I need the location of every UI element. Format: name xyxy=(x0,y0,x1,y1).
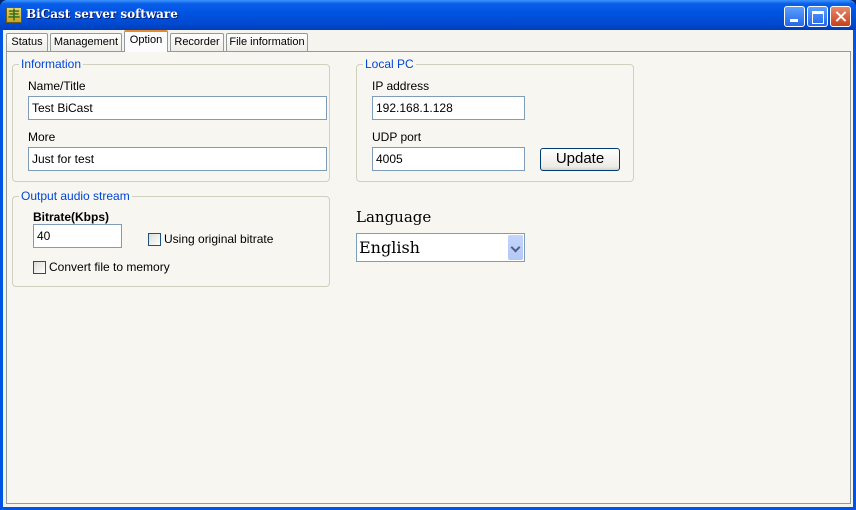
app-logo-icon: 丰 xyxy=(6,7,22,23)
window-title: BiCast server software xyxy=(26,7,178,21)
title-bar[interactable]: 丰 BiCast server software xyxy=(0,0,856,30)
maximize-icon[interactable] xyxy=(807,6,828,27)
more-label: More xyxy=(28,130,56,144)
tab-recorder[interactable]: Recorder xyxy=(170,33,224,52)
bitrate-label: Bitrate(Kbps) xyxy=(33,210,110,224)
output-audio-group: Output audio stream Bitrate(Kbps) 40 Usi… xyxy=(12,189,330,287)
more-input[interactable]: Just for test xyxy=(28,147,327,171)
chevron-down-icon[interactable] xyxy=(508,235,523,260)
tab-option[interactable]: Option xyxy=(124,30,168,52)
app-window: 丰 BiCast server software Status Manageme… xyxy=(0,0,856,510)
language-select[interactable]: English xyxy=(356,233,525,262)
local-pc-legend: Local PC xyxy=(363,57,416,71)
tab-file-information[interactable]: File information xyxy=(226,33,308,52)
using-original-bitrate-checkbox[interactable] xyxy=(148,233,161,246)
name-title-label: Name/Title xyxy=(28,79,86,93)
update-button[interactable]: Update xyxy=(540,148,620,171)
udp-port-label: UDP port xyxy=(372,130,422,144)
ip-address-input[interactable]: 192.168.1.128 xyxy=(372,96,525,120)
language-selected-value: English xyxy=(359,238,420,257)
local-pc-group: Local PC IP address 192.168.1.128 UDP po… xyxy=(356,57,634,182)
client-area: Status Management Option Recorder File i… xyxy=(3,30,853,507)
option-panel: Information Name/Title Test BiCast More … xyxy=(6,51,851,504)
output-audio-legend: Output audio stream xyxy=(19,189,132,203)
tab-status[interactable]: Status xyxy=(6,33,48,52)
information-legend: Information xyxy=(19,57,84,71)
udp-port-input[interactable]: 4005 xyxy=(372,147,525,171)
bitrate-input[interactable]: 40 xyxy=(33,224,122,248)
tab-management[interactable]: Management xyxy=(50,33,122,52)
close-icon[interactable] xyxy=(830,6,851,27)
ip-address-label: IP address xyxy=(372,79,430,93)
convert-file-to-memory-label[interactable]: Convert file to memory xyxy=(49,260,170,274)
name-title-input[interactable]: Test BiCast xyxy=(28,96,327,120)
convert-file-to-memory-checkbox[interactable] xyxy=(33,261,46,274)
using-original-bitrate-label[interactable]: Using original bitrate xyxy=(164,232,273,246)
minimize-icon[interactable] xyxy=(784,6,805,27)
language-label: Language xyxy=(356,208,432,226)
information-group: Information Name/Title Test BiCast More … xyxy=(12,57,330,182)
